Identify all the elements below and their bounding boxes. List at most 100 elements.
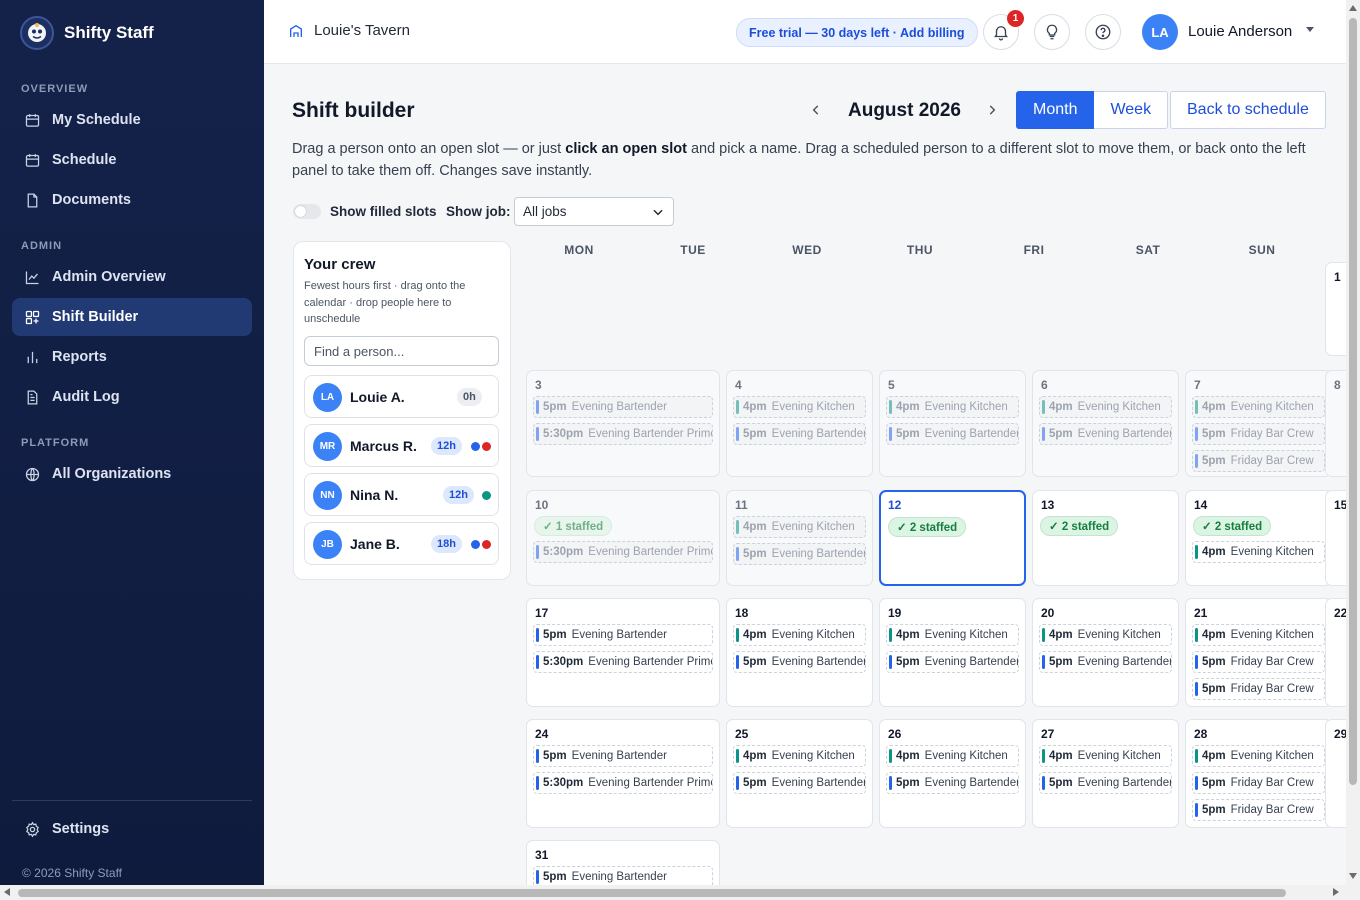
shift-slot[interactable]: 4pm Evening Kitchen <box>733 745 866 767</box>
shift-slot[interactable]: 4pm Evening Kitchen <box>733 624 866 646</box>
shift-slot[interactable]: 5:30pm Evening Bartender Prime <box>533 541 713 563</box>
shift-slot[interactable]: 5pm Friday Bar Crew <box>1192 799 1325 821</box>
calendar-day[interactable]: 12 ✓ 2 staffed <box>879 490 1026 586</box>
sidebar-item-admin-overview[interactable]: Admin Overview <box>12 258 252 296</box>
shift-slot[interactable]: 5pm Evening Bartender <box>733 423 866 445</box>
shift-slot[interactable]: 5pm Evening Bartender <box>1039 772 1172 794</box>
shift-slot[interactable]: 5pm Evening Bartender <box>733 772 866 794</box>
brand[interactable]: Shifty Staff <box>20 16 154 50</box>
sidebar-item-schedule[interactable]: Schedule <box>12 141 252 179</box>
calendar-day[interactable]: 17 5pm Evening Bartender 5:30pm Evening Bart… <box>526 598 720 707</box>
calendar-day[interactable]: 21 4pm Evening Kitchen 5pm Friday Bar Crew 5p… <box>1185 598 1332 707</box>
scroll-left-icon[interactable] <box>4 888 10 896</box>
scroll-right-icon[interactable] <box>1333 888 1339 896</box>
shift-slot[interactable]: 4pm Evening Kitchen <box>1039 624 1172 646</box>
sidebar-item-shift-builder[interactable]: Shift Builder <box>12 298 252 336</box>
calendar-day[interactable]: 18 4pm Evening Kitchen 5pm Evening Bartender <box>726 598 873 707</box>
shift-slot[interactable]: 4pm Evening Kitchen <box>1192 541 1325 563</box>
horizontal-scrollbar[interactable] <box>0 885 1360 900</box>
view-week-button[interactable]: Week <box>1094 91 1169 129</box>
back-to-schedule-button[interactable]: Back to schedule <box>1170 91 1326 129</box>
shift-slot[interactable]: 4pm Evening Kitchen <box>733 396 866 418</box>
crew-member-card[interactable]: NN Nina N. 12h <box>304 473 499 516</box>
calendar-day[interactable]: 19 4pm Evening Kitchen 5pm Evening Bartender <box>879 598 1026 707</box>
org-switcher[interactable]: Louie's Tavern <box>288 22 410 39</box>
calendar-day[interactable]: 8 <box>1325 370 1346 477</box>
scroll-up-icon[interactable] <box>1349 5 1357 11</box>
calendar-day[interactable]: 1 <box>1325 262 1346 356</box>
shift-slot[interactable]: 5:30pm Evening Bartender Prime <box>533 772 713 794</box>
calendar-day[interactable]: 7 4pm Evening Kitchen 5pm Friday Bar Crew 5pm… <box>1185 370 1332 477</box>
job-select[interactable]: All jobs <box>514 197 674 226</box>
shift-slot[interactable]: 5pm Evening Bartender <box>733 651 866 673</box>
notifications-button[interactable]: 1 <box>983 10 1024 50</box>
sidebar-item-documents[interactable]: Documents <box>12 181 252 219</box>
shift-slot[interactable]: 5:30pm Evening Bartender Prime <box>533 651 713 673</box>
crew-member-card[interactable]: MR Marcus R. 12h <box>304 424 499 467</box>
calendar-day[interactable]: 29 <box>1325 719 1346 828</box>
shift-slot[interactable]: 5pm Evening Bartender <box>1039 423 1172 445</box>
shift-slot[interactable]: 5pm Evening Bartender <box>533 866 713 885</box>
view-month-button[interactable]: Month <box>1016 91 1095 129</box>
shift-slot[interactable]: 5pm Evening Bartender <box>733 543 866 565</box>
user-avatar[interactable]: LA <box>1142 14 1178 50</box>
tips-button[interactable] <box>1034 14 1070 50</box>
calendar-day[interactable]: 20 4pm Evening Kitchen 5pm Evening Bartender <box>1032 598 1179 707</box>
crew-panel[interactable]: Your crew Fewest hours first · drag onto… <box>293 241 511 580</box>
sidebar-item-all-organizations[interactable]: All Organizations <box>12 455 252 493</box>
shift-slot[interactable]: 5pm Evening Bartender <box>533 396 713 418</box>
help-button[interactable] <box>1085 14 1121 50</box>
shift-slot[interactable]: 4pm Evening Kitchen <box>886 624 1019 646</box>
crew-member-card[interactable]: JB Jane B. 18h <box>304 522 499 565</box>
next-month-button[interactable] <box>982 100 1002 120</box>
calendar-day[interactable]: 25 4pm Evening Kitchen 5pm Evening Bartender <box>726 719 873 828</box>
calendar-day[interactable]: 6 4pm Evening Kitchen 5pm Evening Bartender <box>1032 370 1179 477</box>
calendar-day[interactable]: 24 5pm Evening Bartender 5:30pm Evening Bart… <box>526 719 720 828</box>
shift-slot[interactable]: 4pm Evening Kitchen <box>1192 396 1325 418</box>
calendar-day[interactable]: 11 4pm Evening Kitchen 5pm Evening Bartender <box>726 490 873 586</box>
shift-slot[interactable]: 5pm Evening Bartender <box>886 423 1019 445</box>
scroll-down-icon[interactable] <box>1349 873 1357 879</box>
shift-slot[interactable]: 5pm Friday Bar Crew <box>1192 450 1325 472</box>
calendar-day[interactable]: 31 5pm Evening Bartender <box>526 840 720 885</box>
shift-slot[interactable]: 5pm Friday Bar Crew <box>1192 772 1325 794</box>
shift-slot[interactable]: 4pm Evening Kitchen <box>886 745 1019 767</box>
vertical-scroll-thumb[interactable] <box>1349 18 1357 785</box>
shift-slot[interactable]: 5pm Evening Bartender <box>1039 651 1172 673</box>
calendar-day[interactable]: 15 <box>1325 490 1346 586</box>
crew-search-input[interactable] <box>304 336 499 366</box>
shift-slot[interactable]: 4pm Evening Kitchen <box>886 396 1019 418</box>
shift-slot[interactable]: 5pm Evening Bartender <box>533 745 713 767</box>
shift-slot[interactable]: 5pm Evening Bartender <box>886 772 1019 794</box>
shift-slot[interactable]: 5pm Friday Bar Crew <box>1192 678 1325 700</box>
calendar-day[interactable]: 5 4pm Evening Kitchen 5pm Evening Bartender <box>879 370 1026 477</box>
horizontal-scroll-thumb[interactable] <box>18 889 1286 897</box>
user-name[interactable]: Louie Anderson <box>1188 23 1292 40</box>
shift-slot[interactable]: 4pm Evening Kitchen <box>733 516 866 538</box>
calendar-day[interactable]: 14 ✓ 2 staffed 4pm Evening Kitchen <box>1185 490 1332 586</box>
calendar-day[interactable]: 27 4pm Evening Kitchen 5pm Evening Bartender <box>1032 719 1179 828</box>
sidebar-item-settings[interactable]: Settings <box>12 810 252 848</box>
shift-slot[interactable]: 5pm Evening Bartender <box>533 624 713 646</box>
shift-slot[interactable]: 4pm Evening Kitchen <box>1192 624 1325 646</box>
vertical-scrollbar[interactable] <box>1346 0 1360 885</box>
shift-slot[interactable]: 5pm Evening Bartender <box>886 651 1019 673</box>
calendar-day[interactable]: 4 4pm Evening Kitchen 5pm Evening Bartender <box>726 370 873 477</box>
shift-slot[interactable]: 5pm Friday Bar Crew <box>1192 423 1325 445</box>
chevron-down-icon[interactable] <box>1306 27 1314 32</box>
shift-slot[interactable]: 4pm Evening Kitchen <box>1039 396 1172 418</box>
calendar-day[interactable]: 26 4pm Evening Kitchen 5pm Evening Bartender <box>879 719 1026 828</box>
calendar-day[interactable]: 28 4pm Evening Kitchen 5pm Friday Bar Crew 5p… <box>1185 719 1332 828</box>
calendar-day[interactable]: 10 ✓ 1 staffed 5:30pm Evening Bartender Pri… <box>526 490 720 586</box>
calendar-day[interactable]: 22 <box>1325 598 1346 707</box>
crew-member-card[interactable]: LA Louie A. 0h <box>304 375 499 418</box>
calendar-day[interactable]: 13 ✓ 2 staffed <box>1032 490 1179 586</box>
show-filled-toggle[interactable] <box>293 204 321 219</box>
sidebar-item-reports[interactable]: Reports <box>12 338 252 376</box>
sidebar-item-audit-log[interactable]: Audit Log <box>12 378 252 416</box>
shift-slot[interactable]: 4pm Evening Kitchen <box>1192 745 1325 767</box>
trial-billing-button[interactable]: Free trial — 30 days left · Add billing <box>736 18 978 47</box>
calendar-day[interactable]: 3 5pm Evening Bartender 5:30pm Evening Barte… <box>526 370 720 477</box>
shift-slot[interactable]: 4pm Evening Kitchen <box>1039 745 1172 767</box>
shift-slot[interactable]: 5:30pm Evening Bartender Prime <box>533 423 713 445</box>
